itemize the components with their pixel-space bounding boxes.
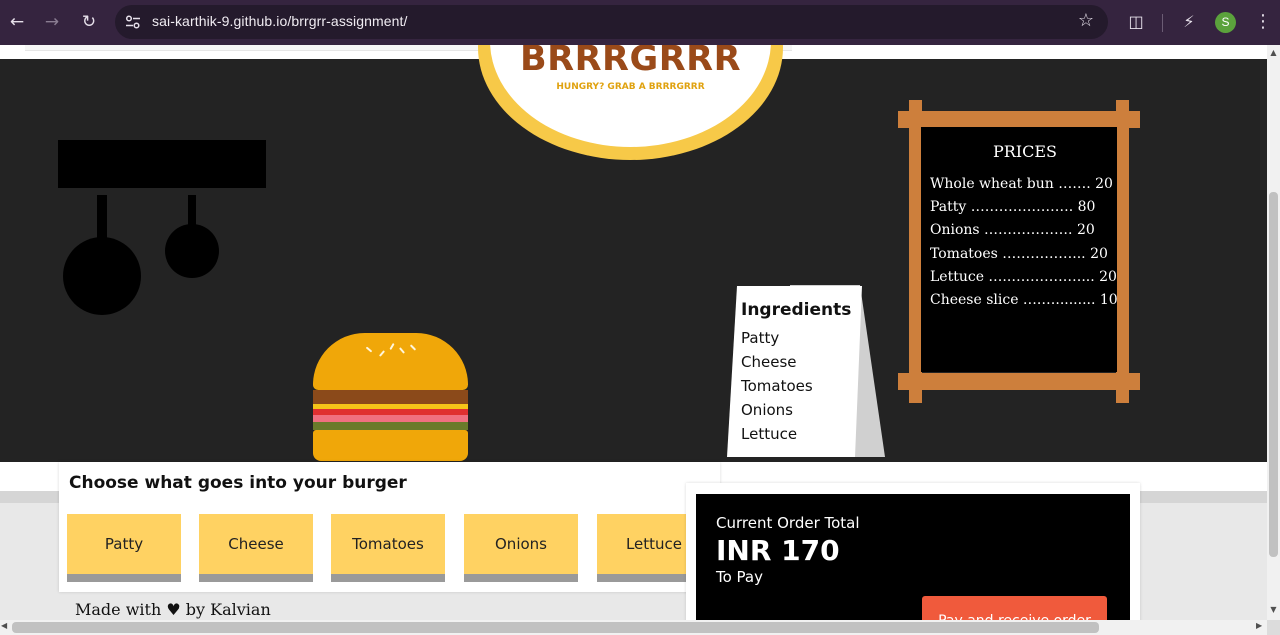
add-tomatoes-button[interactable]: Tomatoes xyxy=(331,514,445,582)
logo-title: BRRRGRRR xyxy=(519,45,742,79)
pan-icon xyxy=(165,224,219,278)
back-arrow-icon[interactable]: ← xyxy=(6,11,28,33)
frame-bar-top xyxy=(898,111,1140,128)
ingredient-item: Lettuce xyxy=(741,425,798,443)
scroll-down-arrow-icon[interactable]: ▼ xyxy=(1267,605,1280,618)
frame-bar-bottom xyxy=(898,373,1140,390)
bun-top xyxy=(313,333,468,390)
url-text[interactable]: sai-karthik-9.github.io/brrgrr-assignmen… xyxy=(152,13,408,29)
add-patty-button[interactable]: Patty xyxy=(67,514,181,582)
kebab-menu-icon[interactable]: ⋮ xyxy=(1254,11,1272,32)
lettuce-layer xyxy=(313,422,468,430)
chooser-title: Choose what goes into your burger xyxy=(69,473,407,493)
add-onions-button[interactable]: Onions xyxy=(464,514,578,582)
ingredients-title: Ingredients xyxy=(741,300,852,320)
burger-illustration xyxy=(313,333,468,463)
vertical-scrollbar-thumb[interactable] xyxy=(1269,192,1278,557)
star-icon[interactable]: ☆ xyxy=(1078,10,1094,31)
pan-handle xyxy=(188,195,196,227)
reload-icon[interactable]: ↻ xyxy=(78,11,100,33)
order-total-amount: INR 170 xyxy=(716,534,840,567)
scroll-right-arrow-icon[interactable]: ▶ xyxy=(1256,621,1262,630)
scroll-up-arrow-icon[interactable]: ▲ xyxy=(1267,48,1280,61)
price-row: Lettuce …..……………... 20 xyxy=(930,269,1117,285)
scroll-left-arrow-icon[interactable]: ◀ xyxy=(1,621,7,630)
tune-icon[interactable] xyxy=(125,14,141,30)
pan-icon xyxy=(63,237,141,315)
ingredient-chooser: Choose what goes into your burger Patty … xyxy=(59,462,720,592)
puzzle-icon[interactable]: ◫ xyxy=(1126,12,1146,32)
performance-icon[interactable]: ⚡ xyxy=(1179,12,1199,32)
ingredient-item: Tomatoes xyxy=(741,377,813,395)
footer-credit: Made with ♥ by Kalvian xyxy=(75,600,271,619)
price-row: Patty …………………. 80 xyxy=(930,199,1096,215)
forward-arrow-icon[interactable]: → xyxy=(41,11,63,33)
scrollbar-corner xyxy=(1267,620,1280,635)
browser-toolbar: ← → ↻ sai-karthik-9.github.io/brrgrr-ass… xyxy=(0,0,1280,45)
horizontal-scrollbar-thumb[interactable] xyxy=(12,622,1099,633)
price-row: Cheese slice ….…......... 10 xyxy=(930,292,1118,308)
pay-button[interactable]: Pay and receive order xyxy=(922,596,1107,620)
price-board-title: PRICES xyxy=(992,142,1057,161)
price-row: Whole wheat bun ……. 20 xyxy=(930,176,1113,192)
ingredients-card: Ingredients Patty Cheese Tomatoes Onions… xyxy=(727,286,862,457)
address-bar[interactable]: sai-karthik-9.github.io/brrgrr-assignmen… xyxy=(115,5,1108,39)
pan-handle xyxy=(97,195,107,240)
patty-layer xyxy=(313,390,468,404)
bun-bottom xyxy=(313,430,468,461)
ingredient-item: Patty xyxy=(741,329,780,347)
order-total-label: Current Order Total xyxy=(716,514,860,532)
order-to-pay-label: To Pay xyxy=(716,568,763,586)
logo-tagline: HUNGRY? GRAB A BRRRGRRR xyxy=(556,82,705,92)
add-cheese-button[interactable]: Cheese xyxy=(199,514,313,582)
price-row: Onions ………………. 20 xyxy=(930,222,1095,238)
profile-avatar[interactable]: S xyxy=(1215,12,1236,33)
ingredient-item: Onions xyxy=(741,401,793,419)
toolbar-divider xyxy=(1162,14,1163,32)
onion-layer xyxy=(313,415,468,422)
price-row: Tomatoes ……………... 20 xyxy=(930,246,1108,262)
page-viewport: BRRRGRRR HUNGRY? GRAB A BRRRGRRR Ingredi… xyxy=(0,45,1267,620)
ingredient-item: Cheese xyxy=(741,353,797,371)
pan-rack xyxy=(58,140,266,188)
